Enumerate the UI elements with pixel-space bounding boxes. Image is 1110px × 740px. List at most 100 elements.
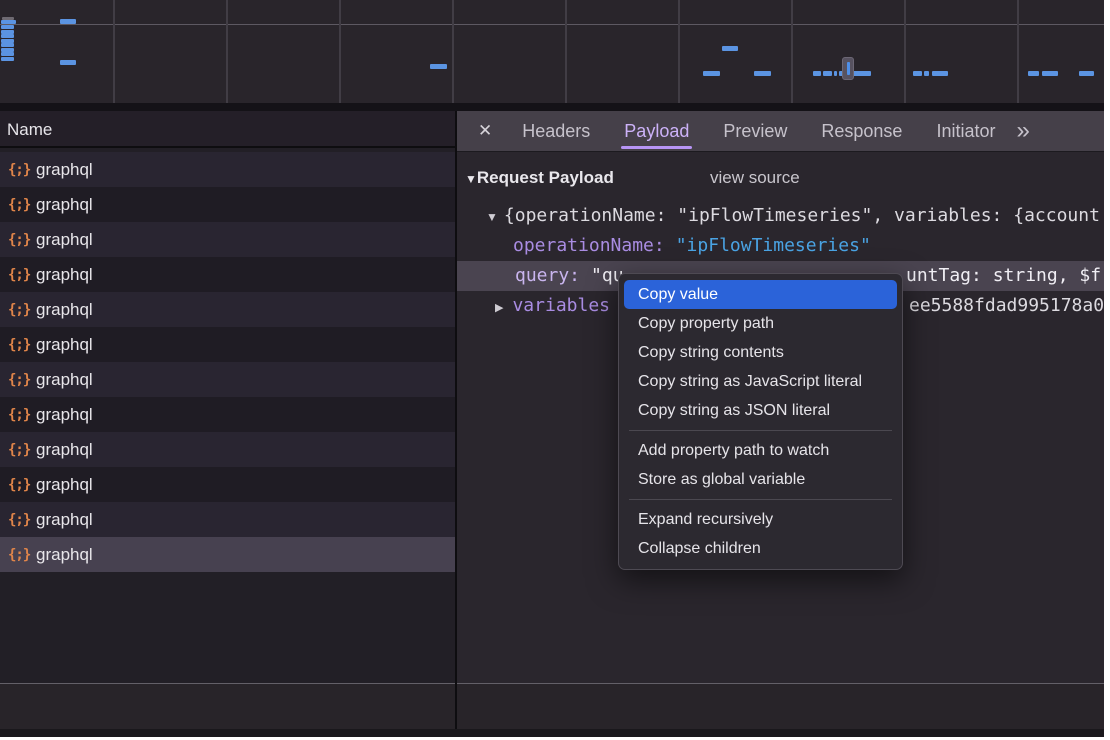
overview-gridline xyxy=(339,0,341,103)
request-row[interactable]: {;}graphql xyxy=(0,187,455,222)
overview-gridline xyxy=(113,0,115,103)
request-name: graphql xyxy=(36,475,93,495)
view-source-link[interactable]: view source xyxy=(710,163,800,193)
menu-item[interactable]: Collapse children xyxy=(624,534,897,563)
request-name: graphql xyxy=(36,265,93,285)
tab-payload[interactable]: Payload xyxy=(607,111,706,151)
request-row[interactable]: {;}graphql xyxy=(0,292,455,327)
request-name: graphql xyxy=(36,230,93,250)
status-footer xyxy=(0,684,1104,729)
scrubber-position-line xyxy=(847,62,850,75)
overview-horizontal-gridline xyxy=(0,24,1104,25)
window-bottom-edge xyxy=(0,729,1104,737)
panel-divider-vertical[interactable] xyxy=(455,111,457,729)
request-timing-bar xyxy=(852,71,871,76)
request-timing-bar xyxy=(722,46,738,51)
request-name: graphql xyxy=(36,405,93,425)
json-braces-icon: {;} xyxy=(8,337,36,353)
request-row[interactable]: {;}graphql xyxy=(0,257,455,292)
row-expanded-triangle-icon[interactable]: ▼ xyxy=(486,210,498,224)
close-icon[interactable]: ✕ xyxy=(478,121,492,141)
request-timing-bar xyxy=(813,71,821,76)
name-column-label: Name xyxy=(7,120,52,139)
request-timing-bar xyxy=(834,71,837,76)
overview-scrubber-icon[interactable] xyxy=(842,57,854,80)
overview-gridline xyxy=(1017,0,1019,103)
request-row[interactable]: {;}graphql xyxy=(0,327,455,362)
request-name: graphql xyxy=(36,160,93,180)
request-timing-bar xyxy=(823,71,832,76)
request-row[interactable]: {;}graphql xyxy=(0,537,455,572)
menu-separator xyxy=(629,499,892,500)
request-timing-bar xyxy=(1,43,14,47)
menu-item[interactable]: Expand recursively xyxy=(624,505,897,534)
request-timing-bar xyxy=(60,60,76,65)
request-name: graphql xyxy=(36,370,93,390)
request-timing-bar xyxy=(60,19,76,24)
footer-divider xyxy=(0,683,1104,684)
name-column-header[interactable]: Name xyxy=(0,111,455,148)
json-braces-icon: {;} xyxy=(8,162,36,178)
request-row[interactable]: {;}graphql xyxy=(0,362,455,397)
row-collapsed-triangle-icon[interactable]: ▶ xyxy=(495,302,503,314)
request-timing-bar xyxy=(913,71,922,76)
request-payload-section-header[interactable]: ▼Request Payload xyxy=(465,163,614,193)
request-row[interactable]: {;}graphql xyxy=(0,432,455,467)
overview-gridline xyxy=(452,0,454,103)
tab-initiator[interactable]: Initiator xyxy=(919,111,1012,151)
request-timing-bar xyxy=(1,34,14,38)
request-row[interactable]: {;}graphql xyxy=(0,152,455,187)
menu-item[interactable]: Copy property path xyxy=(624,309,897,338)
menu-separator xyxy=(629,430,892,431)
request-row[interactable]: {;}graphql xyxy=(0,222,455,257)
menu-item[interactable]: Add property path to watch xyxy=(624,436,897,465)
request-name: graphql xyxy=(36,335,93,355)
property-key: operationName: xyxy=(513,235,665,256)
menu-item[interactable]: Copy string as JSON literal xyxy=(624,396,897,425)
tab-preview[interactable]: Preview xyxy=(706,111,804,151)
request-timing-bar xyxy=(932,71,948,76)
json-braces-icon: {;} xyxy=(8,407,36,423)
menu-item[interactable]: Copy string as JavaScript literal xyxy=(624,367,897,396)
overview-gridline xyxy=(904,0,906,103)
json-braces-icon: {;} xyxy=(8,232,36,248)
query-value-fragment: untTag: string, $f xyxy=(906,261,1101,291)
request-timing-bar xyxy=(430,64,447,69)
request-name: graphql xyxy=(36,545,93,565)
tab-response[interactable]: Response xyxy=(804,111,919,151)
request-name: graphql xyxy=(36,195,93,215)
request-timing-bar xyxy=(703,71,720,76)
tab-headers[interactable]: Headers xyxy=(505,111,607,151)
payload-preview-row[interactable]: ▼{operationName: "ipFlowTimeseries", var… xyxy=(486,201,1103,231)
menu-item[interactable]: Copy value xyxy=(624,280,897,309)
overview-gridline xyxy=(565,0,567,103)
panel-divider-horizontal xyxy=(0,103,1104,111)
request-payload-title: Request Payload xyxy=(477,168,614,187)
property-value: "ipFlowTimeseries" xyxy=(665,235,871,256)
menu-item[interactable]: Copy string contents xyxy=(624,338,897,367)
menu-item[interactable]: Store as global variable xyxy=(624,465,897,494)
json-braces-icon: {;} xyxy=(8,512,36,528)
request-timing-bar xyxy=(1,20,16,24)
request-timing-bar xyxy=(754,71,771,76)
query-row[interactable]: query:"qu xyxy=(515,261,624,291)
tab-strip: HeadersPayloadPreviewResponseInitiator xyxy=(505,111,1012,151)
request-row[interactable]: {;}graphql xyxy=(0,502,455,537)
json-braces-icon: {;} xyxy=(8,477,36,493)
request-row[interactable]: {;}graphql xyxy=(0,397,455,432)
request-name: graphql xyxy=(36,440,93,460)
context-menu: Copy valueCopy property pathCopy string … xyxy=(618,273,903,570)
network-overview-strip[interactable] xyxy=(0,0,1104,103)
overview-gridline xyxy=(226,0,228,103)
json-braces-icon: {;} xyxy=(8,372,36,388)
json-braces-icon: {;} xyxy=(8,197,36,213)
operation-name-row[interactable]: operationName:"ipFlowTimeseries" xyxy=(513,231,871,261)
overview-gridline xyxy=(678,0,680,103)
devtools-window: Name {;}graphql{;}graphql{;}graphql{;}gr… xyxy=(0,0,1104,737)
request-timing-bar xyxy=(1,25,14,29)
request-timing-bar xyxy=(1,52,14,56)
tab-overflow-icon[interactable]: » xyxy=(1016,111,1029,151)
request-timing-bar xyxy=(1042,71,1058,76)
request-row[interactable]: {;}graphql xyxy=(0,467,455,502)
variables-row[interactable]: ▶variables xyxy=(495,291,610,321)
